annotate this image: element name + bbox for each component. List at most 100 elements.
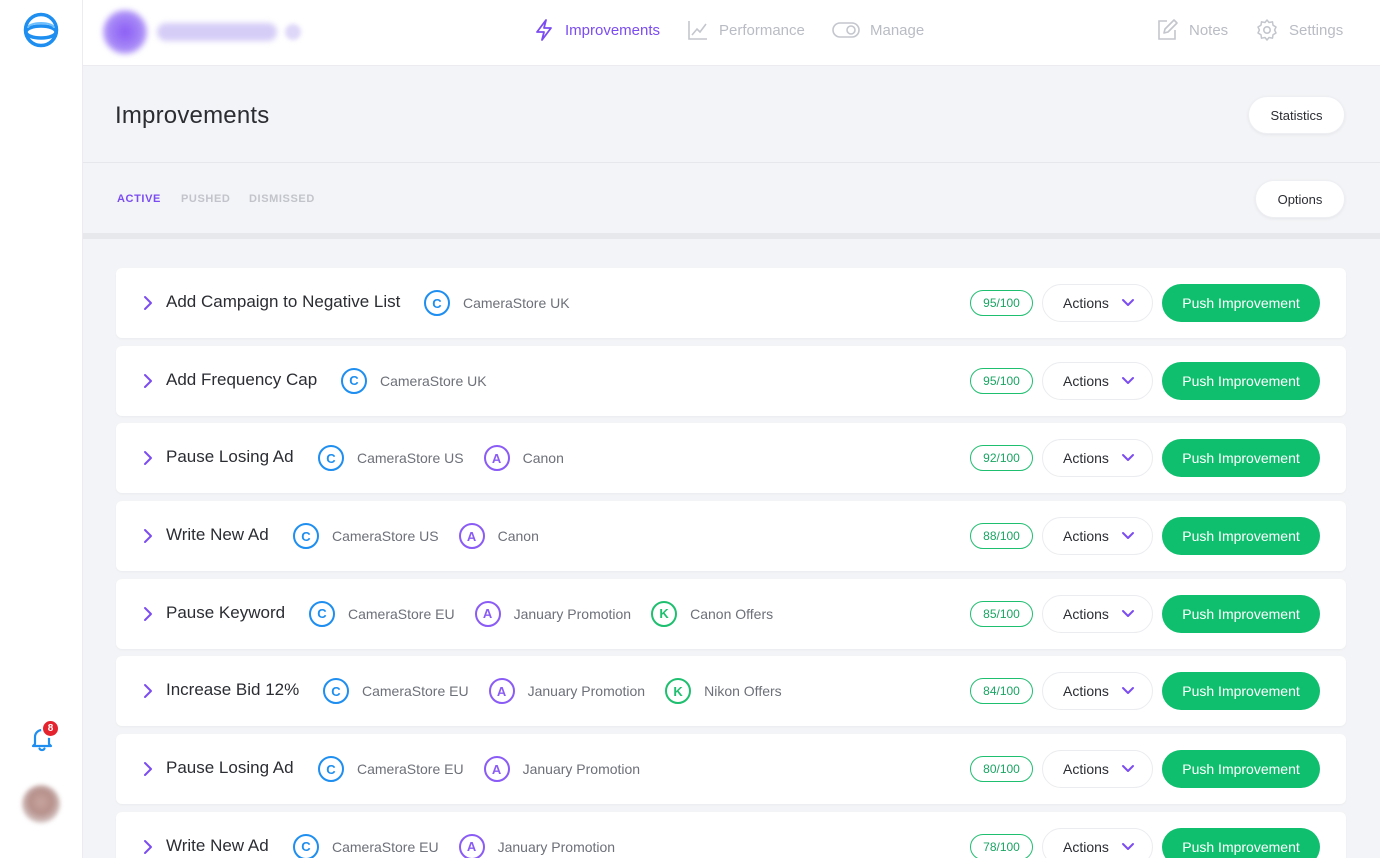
improvement-tags: C CameraStore EU A January Promotion K Canon … <box>309 600 793 627</box>
chevron-down-icon <box>1121 299 1134 306</box>
chevron-right-icon[interactable] <box>142 528 154 544</box>
chevron-right-icon[interactable] <box>142 295 154 311</box>
improvement-row[interactable]: Add Campaign to Negative List C CameraStor… <box>116 268 1346 338</box>
actions-dropdown[interactable]: Actions <box>1042 517 1153 556</box>
entity-tag[interactable]: A January Promotion <box>458 833 616 858</box>
lightning-icon <box>536 19 552 41</box>
improvement-row[interactable]: Pause Losing Ad C CameraStore US A Canon 92/1… <box>116 423 1346 494</box>
campaign-icon: C <box>318 445 344 472</box>
entity-tag-label: January Promotion <box>527 683 646 700</box>
actions-label: Actions <box>1063 683 1109 700</box>
chevron-right-icon[interactable] <box>142 683 154 699</box>
chevron-right-icon[interactable] <box>142 373 154 389</box>
chevron-right-icon[interactable] <box>142 761 154 777</box>
chevron-down-icon <box>1121 842 1134 850</box>
push-improvement-button[interactable]: Push Improvement <box>1162 284 1320 322</box>
entity-tag[interactable]: C CameraStore UK <box>424 290 570 316</box>
toggle-icon <box>832 22 860 38</box>
nav-settings[interactable]: Settings <box>1255 0 1343 60</box>
adgroup-icon: A <box>458 523 485 550</box>
score-badge: 88/100 <box>970 523 1033 550</box>
campaign-icon: C <box>293 833 319 858</box>
improvement-title: Increase Bid 12% <box>166 680 300 700</box>
entity-tag[interactable]: A January Promotion <box>474 600 631 627</box>
tab-active[interactable]: ACTIVE <box>117 193 161 205</box>
line-chart-icon <box>688 21 707 40</box>
account-switcher[interactable] <box>103 10 301 54</box>
push-improvement-button[interactable]: Push Improvement <box>1162 594 1320 633</box>
adgroup-icon: A <box>488 678 515 705</box>
actions-dropdown[interactable]: Actions <box>1042 750 1153 789</box>
push-improvement-button[interactable]: Push Improvement <box>1162 517 1320 556</box>
tabs-bar: ACTIVE PUSHED DISMISSED Options <box>83 164 1380 234</box>
nav-label: Improvements <box>565 21 661 39</box>
tab-pushed[interactable]: PUSHED <box>181 193 230 205</box>
push-improvement-button[interactable]: Push Improvement <box>1162 672 1320 711</box>
nav-label: Notes <box>1189 21 1229 39</box>
app-logo-icon[interactable] <box>23 12 59 48</box>
account-avatar <box>103 10 147 54</box>
chevron-down-icon <box>1121 687 1134 695</box>
entity-tag[interactable]: C CameraStore US <box>293 523 439 550</box>
entity-tag-label: Canon <box>497 528 539 545</box>
actions-dropdown[interactable]: Actions <box>1042 439 1153 478</box>
improvement-title: Add Campaign to Negative List <box>166 292 401 311</box>
improvement-row[interactable]: Write New Ad C CameraStore US A Canon 88/100 A… <box>116 501 1346 572</box>
improvement-tags: C CameraStore UK <box>341 367 507 394</box>
push-improvement-button[interactable]: Push Improvement <box>1162 827 1320 858</box>
chevron-down-icon <box>1121 609 1134 617</box>
entity-tag[interactable]: A January Promotion <box>488 678 646 705</box>
improvement-row[interactable]: Write New Ad C CameraStore EU A January Prom… <box>116 811 1346 858</box>
entity-tag-label: January Promotion <box>497 838 616 855</box>
statistics-button[interactable]: Statistics <box>1248 96 1345 134</box>
gear-icon <box>1257 19 1277 41</box>
entity-tag[interactable]: K Nikon Offers <box>665 678 782 705</box>
actions-dropdown[interactable]: Actions <box>1042 594 1153 633</box>
entity-tag[interactable]: K Canon Offers <box>651 600 773 627</box>
divider <box>83 233 1380 239</box>
entity-tag-label: CameraStore UK <box>463 295 570 311</box>
actions-label: Actions <box>1063 761 1109 778</box>
actions-dropdown[interactable]: Actions <box>1042 827 1153 858</box>
push-improvement-button[interactable]: Push Improvement <box>1162 439 1320 478</box>
actions-dropdown[interactable]: Actions <box>1042 284 1153 322</box>
entity-tag[interactable]: C CameraStore EU <box>318 756 464 783</box>
entity-tag[interactable]: C CameraStore EU <box>323 678 469 705</box>
nav-improvements[interactable]: Improvements <box>533 0 660 60</box>
page-header: Improvements Statistics <box>83 66 1380 163</box>
top-bar: Improvements Performance Manage Notes Se… <box>83 0 1380 66</box>
campaign-icon: C <box>341 367 367 394</box>
entity-tag[interactable]: C CameraStore US <box>318 445 464 472</box>
entity-tag[interactable]: A January Promotion <box>483 756 640 783</box>
entity-tag[interactable]: C CameraStore UK <box>341 367 487 394</box>
entity-tag[interactable]: A Canon <box>483 445 564 472</box>
score-badge: 95/100 <box>970 290 1033 316</box>
chevron-right-icon[interactable] <box>142 450 154 466</box>
tab-dismissed[interactable]: DISMISSED <box>249 193 315 205</box>
entity-tag[interactable]: C CameraStore EU <box>309 600 455 627</box>
chevron-right-icon[interactable] <box>142 606 154 622</box>
entity-tag[interactable]: A Canon <box>458 523 539 550</box>
options-button[interactable]: Options <box>1255 180 1345 218</box>
push-improvement-button[interactable]: Push Improvement <box>1162 361 1320 400</box>
chevron-right-icon[interactable] <box>142 839 154 855</box>
actions-dropdown[interactable]: Actions <box>1042 361 1153 400</box>
improvement-title: Pause Losing Ad <box>166 447 294 467</box>
push-improvement-button[interactable]: Push Improvement <box>1162 750 1320 789</box>
nav-performance[interactable]: Performance <box>687 0 805 60</box>
user-avatar[interactable] <box>22 785 60 823</box>
nav-notes[interactable]: Notes <box>1155 0 1228 60</box>
score-badge: 95/100 <box>970 367 1033 394</box>
actions-label: Actions <box>1063 372 1109 389</box>
improvement-title: Pause Keyword <box>166 602 286 622</box>
improvement-row[interactable]: Increase Bid 12% C CameraStore EU A January … <box>116 656 1346 727</box>
adgroup-icon: A <box>483 756 510 783</box>
improvement-row[interactable]: Pause Losing Ad C CameraStore EU A January P… <box>116 734 1346 805</box>
actions-dropdown[interactable]: Actions <box>1042 672 1153 711</box>
nav-manage[interactable]: Manage <box>832 0 924 60</box>
actions-label: Actions <box>1063 450 1109 467</box>
improvement-row[interactable]: Add Frequency Cap C CameraStore UK 95/100 Ac… <box>116 345 1346 416</box>
improvement-row[interactable]: Pause Keyword C CameraStore EU A January Pro… <box>116 578 1346 649</box>
entity-tag[interactable]: C CameraStore EU <box>293 833 439 858</box>
entity-tag-label: CameraStore US <box>357 450 464 467</box>
